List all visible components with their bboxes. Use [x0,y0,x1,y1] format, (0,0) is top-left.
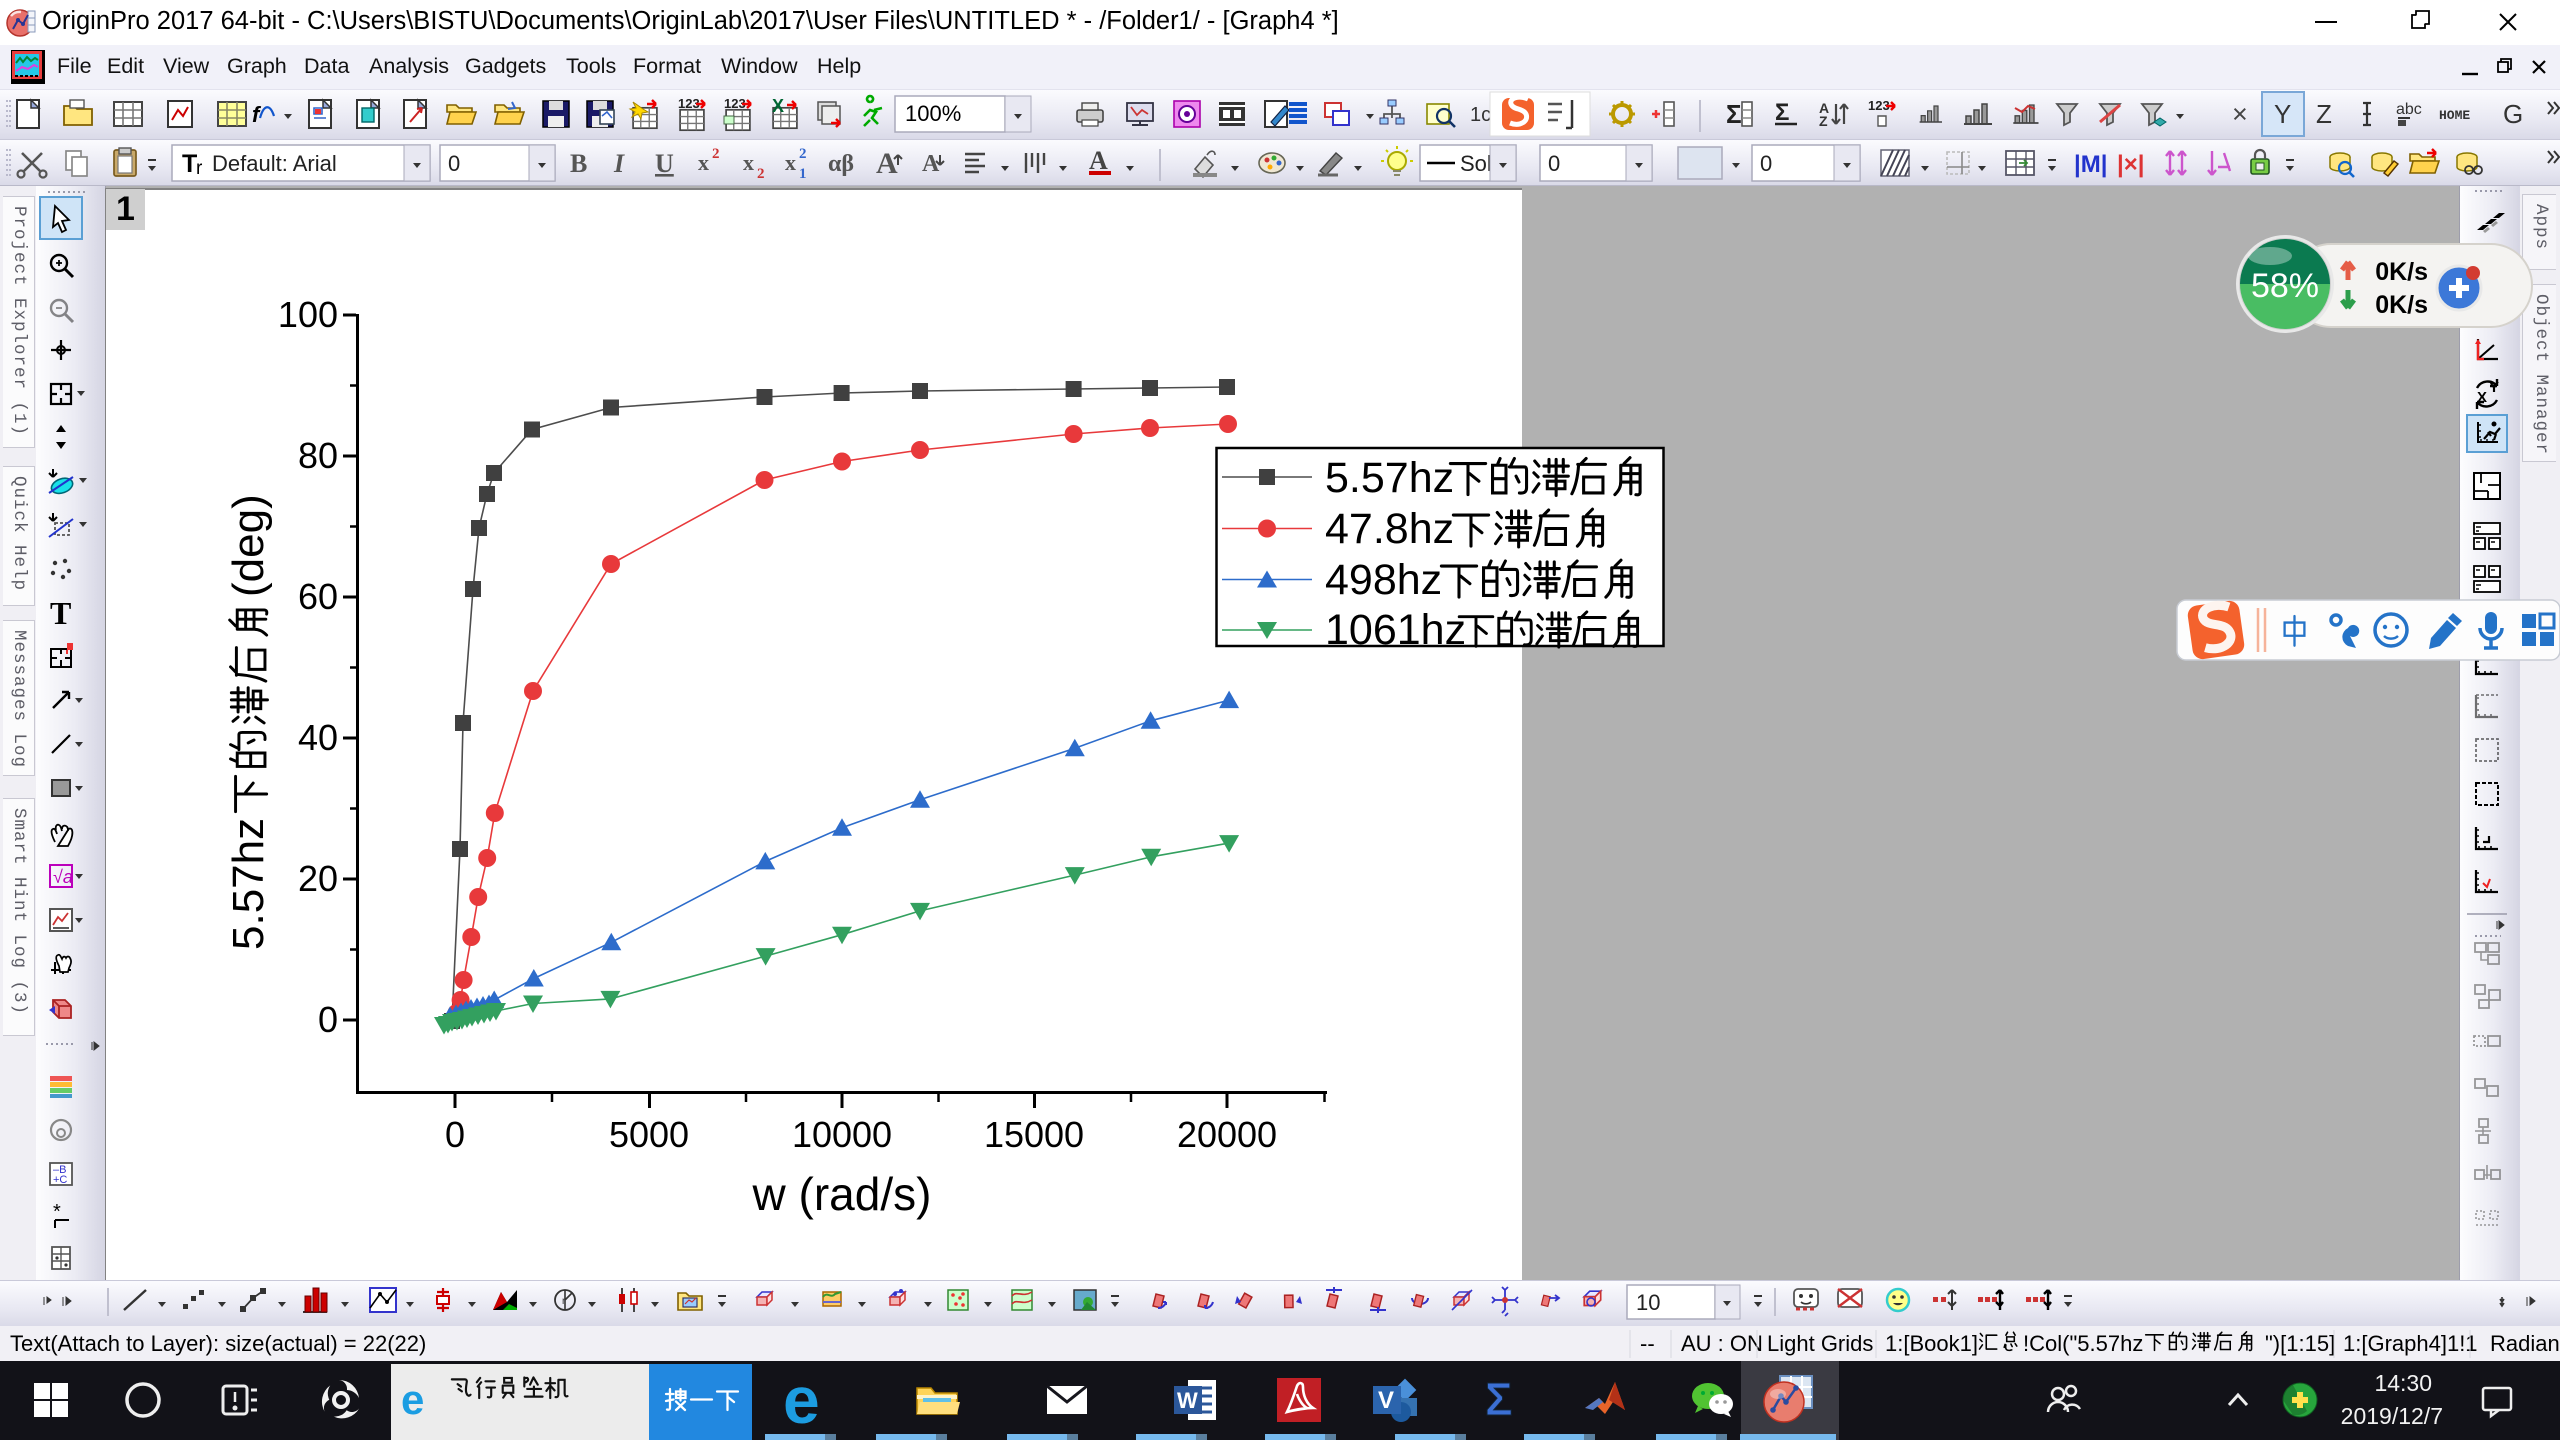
svg-text:2019/12/7: 2019/12/7 [2341,1403,2443,1429]
svg-text:Radian: Radian [2490,1331,2560,1356]
svg-text:W: W [1177,1388,1198,1413]
svg-text:15000: 15000 [984,1114,1084,1155]
svg-text:0: 0 [445,1114,465,1155]
svg-text:0K/s: 0K/s [2375,258,2428,286]
svg-text:Light Grids: Light Grids [1767,1331,1873,1356]
svg-text:40: 40 [298,717,338,758]
svg-text:(deg): (deg) [224,494,273,597]
svg-text:AU : ON: AU : ON [1681,1331,1763,1356]
svg-text:Text(Attach to Layer): size(ac: Text(Attach to Layer): size(actual) = 22… [10,1331,426,1356]
svg-text:5.57hz: 5.57hz [1325,454,1454,502]
svg-text:--: -- [1640,1331,1655,1356]
svg-text:!Col("5.57hz: !Col("5.57hz [2023,1331,2143,1356]
svg-text:10: 10 [1636,1290,1660,1315]
svg-text:10000: 10000 [792,1114,892,1155]
svg-text:5.57hz: 5.57hz [224,818,273,950]
svg-text:20000: 20000 [1177,1114,1277,1155]
svg-text:100: 100 [278,294,338,335]
svg-text:47.8hz: 47.8hz [1325,505,1454,553]
svg-text:80: 80 [298,435,338,476]
svg-text:")[1:15]: ")[1:15] [2265,1331,2335,1356]
svg-text:58%: 58% [2251,267,2319,305]
svg-text:e: e [783,1363,820,1437]
svg-text:1061hz: 1061hz [1325,606,1466,654]
svg-text:1:[Book1]: 1:[Book1] [1885,1331,1978,1356]
svg-text:14:30: 14:30 [2374,1370,2432,1396]
svg-text:Σ: Σ [1485,1373,1513,1425]
svg-text:20: 20 [298,858,338,899]
svg-text:0K/s: 0K/s [2375,291,2428,319]
svg-text:60: 60 [298,576,338,617]
svg-text:0: 0 [318,999,338,1040]
svg-text:e: e [401,1376,424,1423]
svg-text:498hz: 498hz [1325,556,1442,604]
svg-text:w (rad/s): w (rad/s) [752,1168,932,1220]
svg-text:5000: 5000 [609,1114,689,1155]
svg-text:V: V [1378,1387,1394,1414]
svg-text:1:[Graph4]1!1: 1:[Graph4]1!1 [2343,1331,2478,1356]
